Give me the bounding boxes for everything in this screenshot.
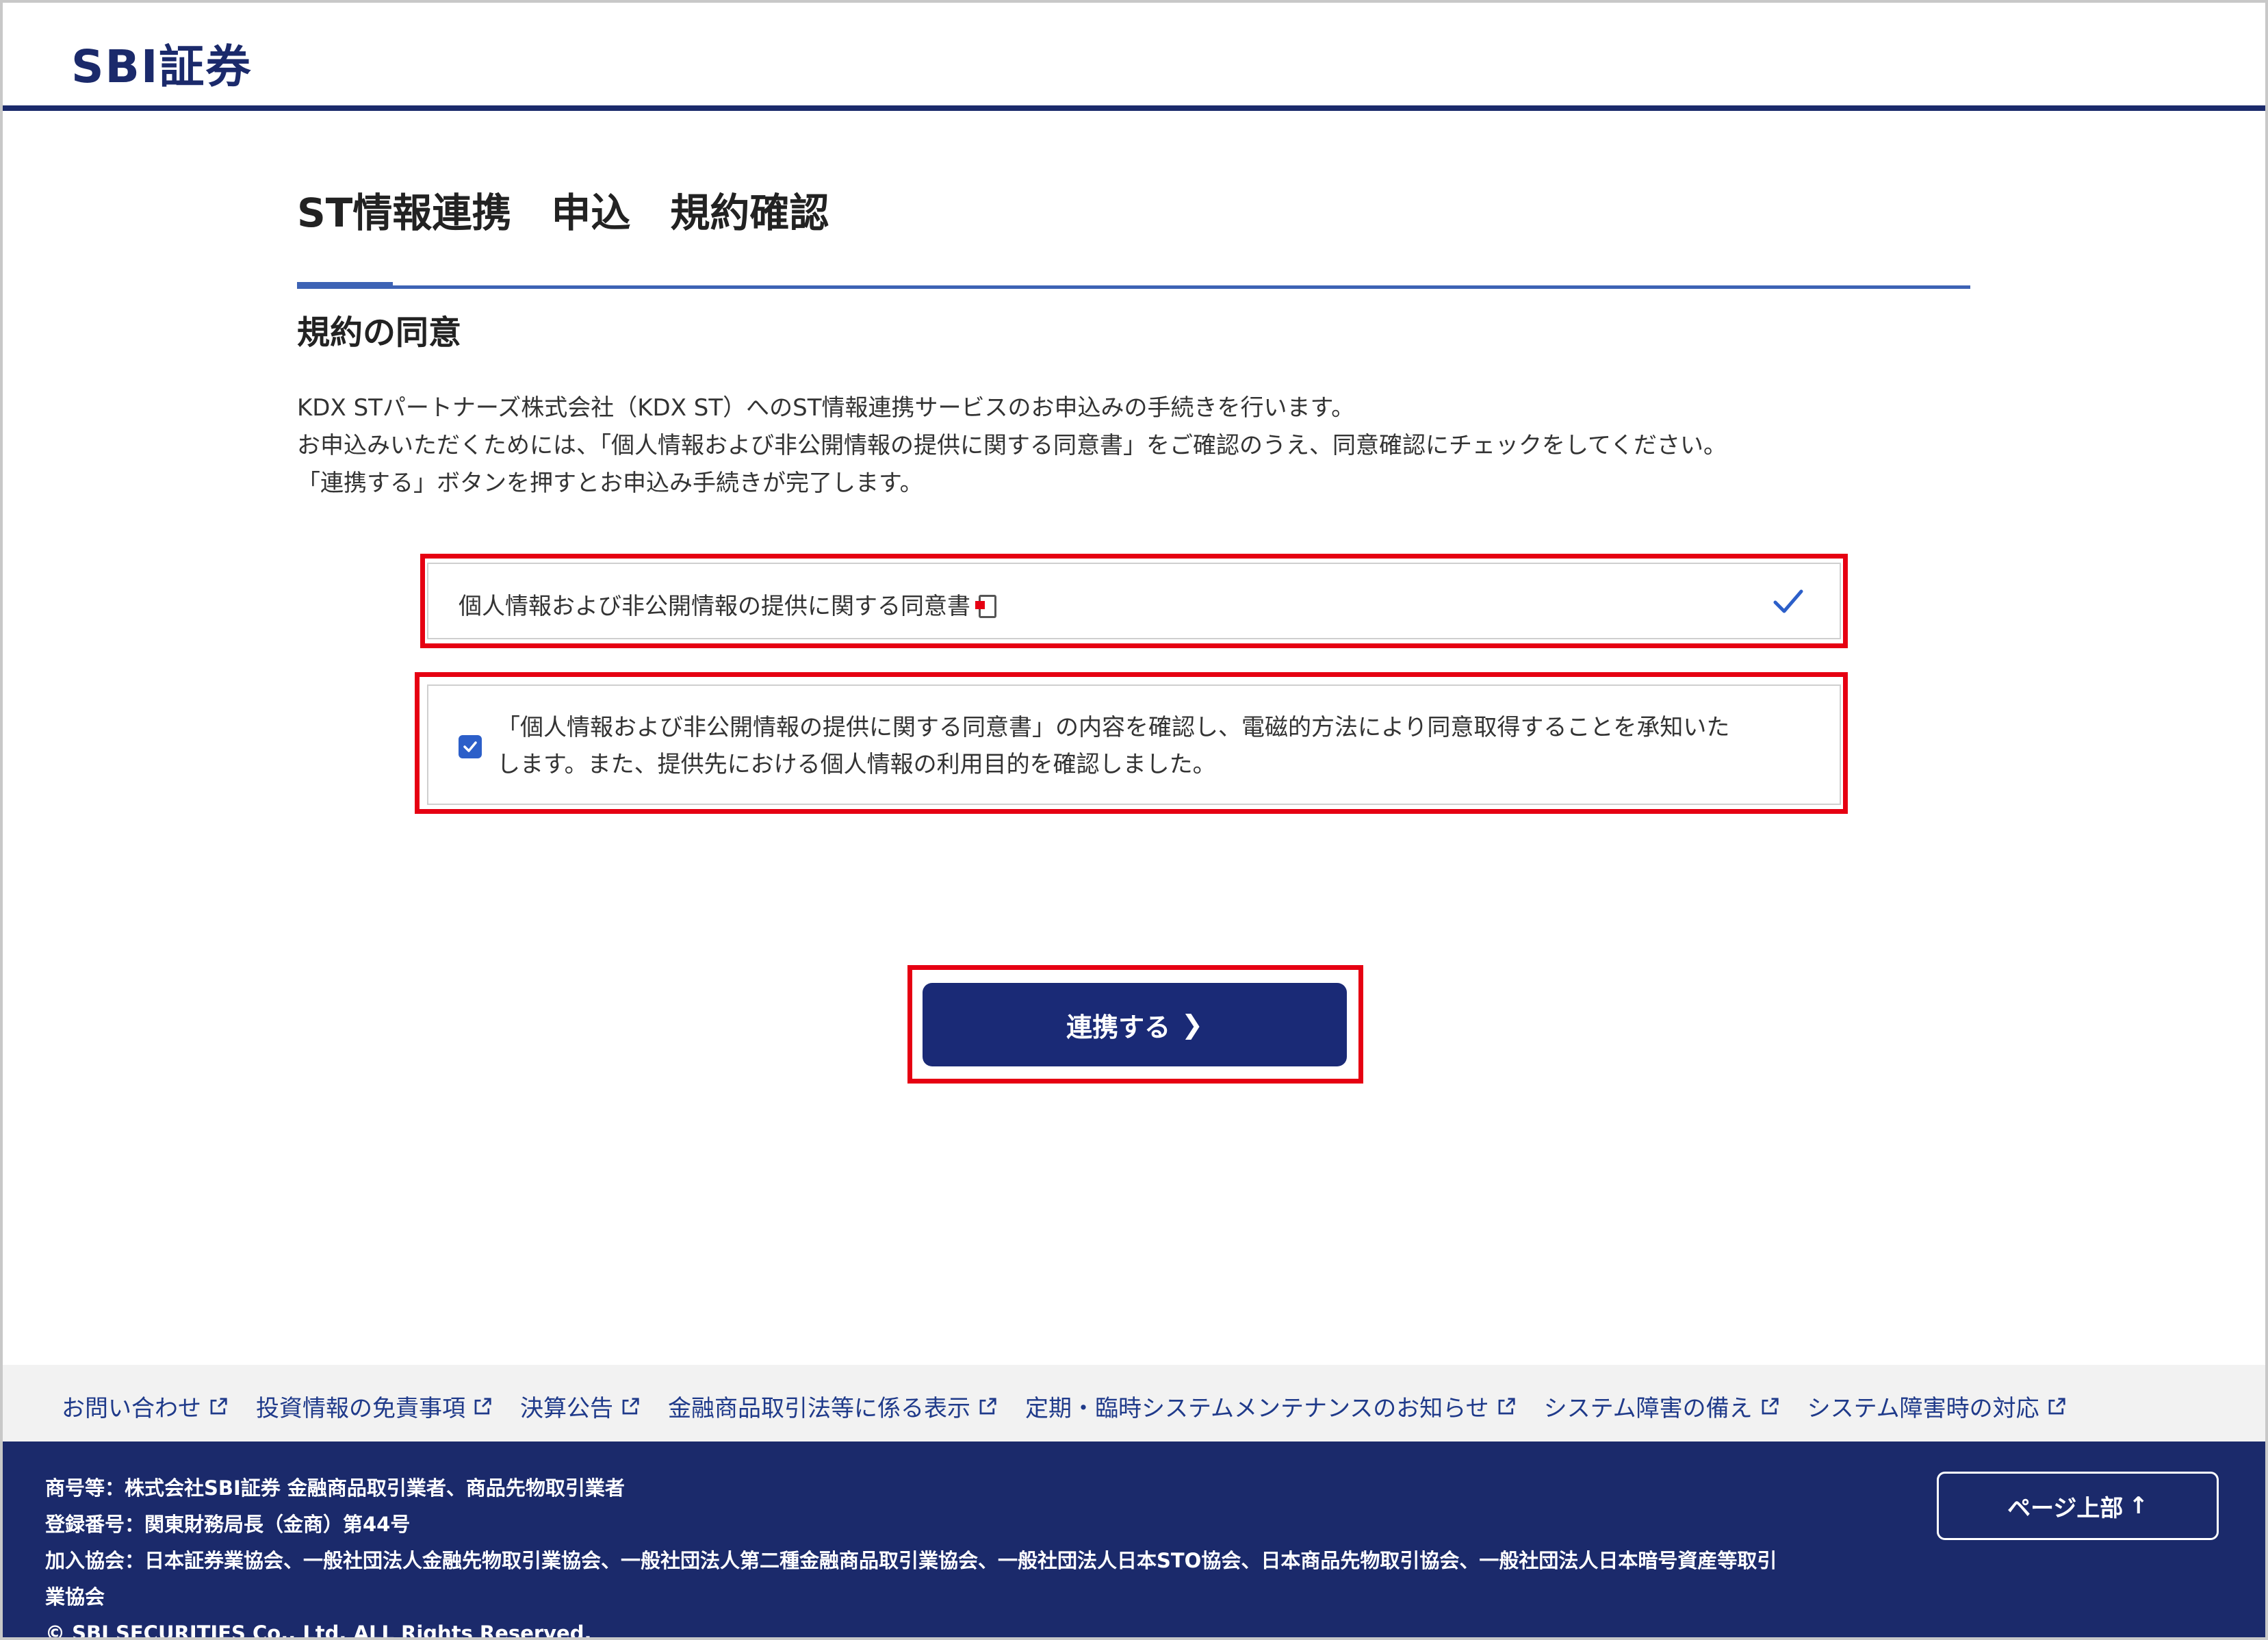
page-top-button[interactable]: ページ上部 ↑ [1937,1472,2219,1540]
footer-link[interactable]: システム障害の備え [1544,1389,1780,1423]
footer-line: 加入協会：日本証券業協会、一般社団法人金融先物取引業協会、一般社団法人第二種金融… [45,1549,1777,1572]
highlight-box-document [420,554,1848,648]
page-top-label: ページ上部 [2007,1494,2124,1522]
arrow-up-icon: ↑ [2128,1492,2148,1520]
footer-link[interactable]: 投資情報の免責事項 [256,1389,493,1423]
footer-link[interactable]: お問い合わせ [62,1389,229,1423]
footer-links: お問い合わせ 投資情報の免責事項 決算公告 金融商品取引法等に係る表示 定期・臨時システ… [62,1389,2094,1423]
footer-link-label: 金融商品取引法等に係る表示 [668,1395,970,1422]
footer-links-bar: お問い合わせ 投資情報の免責事項 決算公告 金融商品取引法等に係る表示 定期・臨時システ… [3,1365,2265,1442]
highlight-box-submit [907,965,1363,1084]
external-link-icon [1498,1397,1515,1414]
intro-line: 「連携する」ボタンを押すとお申込み手続きが完了します。 [297,470,923,497]
footer-link[interactable]: 定期・臨時システムメンテナンスのお知らせ [1025,1389,1517,1423]
footer-link[interactable]: システム障害時の対応 [1807,1389,2067,1423]
page-frame: SBI証券 ST情報連携 申込 規約確認 規約の同意 KDX STパートナーズ株… [0,0,2268,1640]
footer-link-label: 決算公告 [520,1395,613,1422]
intro-line: お申込みいただくためには、「個人情報および非公開情報の提供に関する同意書」をご確… [297,432,1727,459]
external-link-icon [1762,1397,1779,1414]
footer-link[interactable]: 決算公告 [520,1389,641,1423]
section-divider [297,285,1970,289]
external-link-icon [210,1397,227,1414]
external-link-icon [2048,1397,2065,1414]
sbi-logo[interactable]: SBI証券 [71,30,252,96]
footer-link-label: 投資情報の免責事項 [256,1395,465,1422]
external-link-icon [474,1397,491,1414]
external-link-icon [979,1397,996,1414]
page-title: ST情報連携 申込 規約確認 [297,190,829,236]
footer-line: 登録番号：関東財務局長（金商）第44号 [45,1513,411,1536]
footer-link-label: お問い合わせ [62,1395,201,1422]
footer-link-label: システム障害時の対応 [1807,1395,2039,1422]
footer-line: 業協会 [45,1585,105,1609]
section-title: 規約の同意 [297,313,462,352]
site-header: SBI証券 [3,3,2265,111]
company-info: 商号等：株式会社SBI証券 金融商品取引業者、商品先物取引業者 登録番号：関東財… [45,1470,1893,1640]
highlight-box-agreement [415,672,1848,814]
footer-link[interactable]: 金融商品取引法等に係る表示 [668,1389,998,1423]
intro-text: KDX STパートナーズ株式会社（KDX ST）へのST情報連携サービスのお申込… [297,389,1970,502]
section-divider-accent [297,282,393,289]
intro-line: KDX STパートナーズ株式会社（KDX ST）へのST情報連携サービスのお申込… [297,394,1355,422]
external-link-icon [622,1397,639,1414]
footer-line: 商号等：株式会社SBI証券 金融商品取引業者、商品先物取引業者 [45,1476,625,1500]
site-footer: 商号等：株式会社SBI証券 金融商品取引業者、商品先物取引業者 登録番号：関東財… [3,1442,2265,1640]
footer-link-label: システム障害の備え [1543,1395,1753,1422]
copyright: © SBI SECURITIES Co., Ltd. ALL Rights Re… [45,1622,592,1640]
footer-link-label: 定期・臨時システムメンテナンスのお知らせ [1025,1395,1489,1422]
